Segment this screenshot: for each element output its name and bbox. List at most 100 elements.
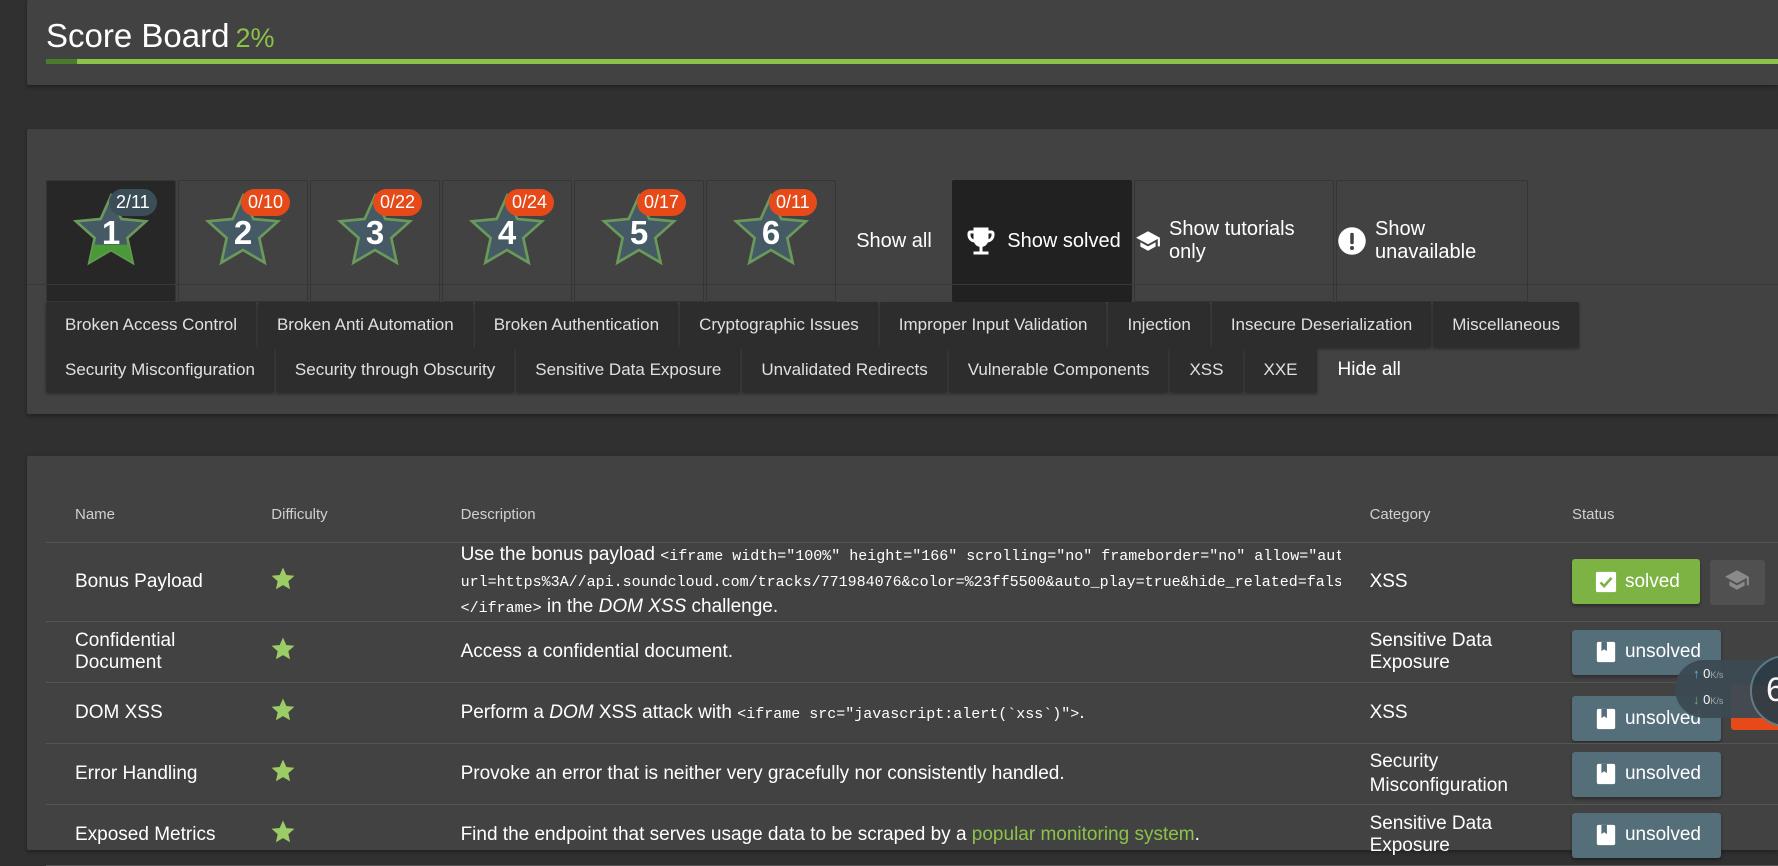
status-label: solved [1624, 570, 1680, 592]
status-label: unsolved [1624, 824, 1701, 845]
status-label: unsolved [1624, 763, 1701, 784]
category-chip-insecure-deserialization[interactable]: Insecure Deserialization [1211, 302, 1432, 347]
column-header-name[interactable]: Name [46, 486, 243, 543]
progress-bar [46, 59, 1778, 64]
category-chip-sensitive-data-exposure[interactable]: Sensitive Data Exposure [516, 347, 741, 392]
column-header-status[interactable]: Status [1542, 486, 1778, 543]
progress-percent: 2% [235, 23, 275, 53]
trophy-icon [963, 223, 999, 259]
category-chip-broken-authentication[interactable]: Broken Authentication [474, 302, 679, 347]
progress-bar-fill [46, 59, 78, 64]
solved-count-badge: 0/10 [241, 189, 291, 216]
challenge-category: XSS [1340, 682, 1543, 744]
bookmark-icon [1595, 641, 1617, 663]
upload-unit: K/s [1710, 670, 1724, 680]
category-chip-broken-anti-automation[interactable]: Broken Anti Automation [257, 302, 473, 347]
upload-speed: ↑ 0K/s [1693, 666, 1723, 681]
status-label: unsolved [1624, 641, 1701, 662]
download-unit: K/s [1710, 696, 1724, 706]
category-chip-improper-input-validation[interactable]: Improper Input Validation [879, 302, 1107, 347]
difficulty-level-label: 3 [365, 214, 385, 251]
challenge-table: Name Difficulty Description Category Sta… [46, 486, 1778, 866]
challenge-category: Security Misconfiguration [1340, 743, 1543, 805]
challenge-description: Perform a DOM XSS attack with <iframe sr… [431, 682, 1341, 744]
table-row: Bonus Payload Use the bonus payload <ifr… [46, 542, 1778, 622]
description-code: url=https%3A//api.soundcloud.com/tracks/… [460, 574, 1341, 591]
category-chip-xss[interactable]: XSS [1170, 347, 1243, 392]
description-text: in the [541, 596, 599, 617]
challenge-status: unsolved [1542, 743, 1778, 805]
category-chip-row: Security Misconfiguration Security throug… [46, 347, 1706, 392]
status-button[interactable]: unsolved [1571, 812, 1721, 858]
challenge-table-card: Name Difficulty Description Category Sta… [27, 456, 1778, 866]
category-chip-security-misconfiguration[interactable]: Security Misconfiguration [46, 347, 274, 392]
difficulty-level-label: 2 [233, 214, 253, 251]
network-speed-widget[interactable]: ↑ 0K/s ↓ 0K/s 6 [1675, 655, 1778, 727]
challenge-name: Error Handling [46, 743, 243, 805]
status-button[interactable]: unsolved [1571, 751, 1721, 797]
exclamation-circle-icon [1337, 226, 1367, 256]
table-row: DOM XSS Perform a DOM XSS attack with <i… [46, 682, 1778, 744]
description-text: . [1194, 824, 1200, 845]
show-tutorials-label: Show tutorials only [1169, 218, 1295, 263]
difficulty-filter-row: 1 2/11 2 0/10 3 0/22 4 0/24 5 0/17 6 0/11 Show all … [46, 180, 1530, 304]
check-box-icon [1595, 571, 1617, 593]
table-row: Exposed Metrics Find the endpoint that s… [46, 804, 1778, 866]
arrow-up-icon: ↑ [1693, 666, 1700, 681]
challenge-name: Confidential Document [46, 621, 243, 683]
challenge-description: Use the bonus payload <iframe width="100… [431, 542, 1341, 622]
category-chip-security-through-obscurity[interactable]: Security through Obscurity [275, 347, 515, 392]
filter-divider [27, 284, 1778, 285]
monitoring-system-link[interactable]: popular monitoring system [972, 824, 1195, 845]
solved-count-badge: 0/24 [505, 189, 555, 216]
show-unavailable-label: Show unavailable [1375, 218, 1477, 263]
star-icon [271, 820, 295, 849]
category-chip-xxe[interactable]: XXE [1244, 347, 1317, 392]
column-header-category[interactable]: Category [1340, 486, 1543, 543]
status-button[interactable]: solved [1571, 559, 1700, 604]
category-filter: Broken Access Control Broken Anti Automat… [46, 302, 1706, 392]
solved-count-badge: 2/11 [109, 189, 157, 216]
description-emphasis: DOM XSS [598, 596, 687, 617]
description-text: . [1079, 702, 1085, 723]
challenge-category: Sensitive Data Exposure [1340, 621, 1543, 683]
category-chip-unvalidated-redirects[interactable]: Unvalidated Redirects [742, 347, 947, 392]
description-emphasis: DOM [549, 702, 594, 723]
challenge-status: solved [1542, 542, 1778, 622]
solved-count-badge: 0/17 [637, 189, 687, 216]
download-speed: ↓ 0K/s [1693, 692, 1723, 707]
star-icon [271, 759, 295, 788]
challenge-name: Bonus Payload [46, 542, 243, 622]
difficulty-stars [242, 542, 432, 622]
table-row: Error Handling Provoke an error that is … [46, 743, 1778, 805]
tutorial-button[interactable] [1709, 560, 1765, 605]
star-icon [271, 567, 295, 596]
difficulty-level-label: 4 [497, 214, 517, 251]
description-code: <iframe src="javascript:alert(`xss`)"> [737, 706, 1080, 723]
page-title-text: Score Board [46, 17, 230, 54]
description-text: Find the endpoint that serves usage data… [460, 824, 972, 845]
hide-all-button[interactable]: Hide all [1319, 347, 1420, 392]
difficulty-star-buttons: 1 2/11 2 0/10 3 0/22 4 0/24 5 0/17 6 0/11 [46, 180, 838, 304]
bookmark-icon [1595, 708, 1617, 730]
difficulty-stars [242, 682, 432, 744]
description-text: Use the bonus payload [460, 544, 661, 565]
description-text: XSS attack with [593, 702, 738, 723]
category-chip-miscellaneous[interactable]: Miscellaneous [1433, 302, 1579, 347]
page-title: Score Board 2% [46, 16, 274, 58]
description-text: challenge. [686, 596, 779, 617]
arrow-down-icon: ↓ [1693, 692, 1700, 707]
category-chip-broken-access-control[interactable]: Broken Access Control [46, 302, 256, 347]
category-chip-injection[interactable]: Injection [1108, 302, 1210, 347]
challenge-description: Access a confidential document. [431, 621, 1341, 683]
category-chip-vulnerable-components[interactable]: Vulnerable Components [948, 347, 1169, 392]
solved-count-badge: 0/11 [769, 189, 817, 216]
graduation-cap-icon [1724, 567, 1750, 599]
table-row: Confidential Document Access a confident… [46, 621, 1778, 683]
network-badge: 6 [1750, 655, 1778, 727]
column-header-difficulty[interactable]: Difficulty [242, 486, 432, 543]
score-board-header: Score Board 2% [27, 0, 1778, 85]
description-code: </iframe> [460, 600, 542, 617]
difficulty-level-label: 1 [101, 214, 121, 251]
category-chip-cryptographic-issues[interactable]: Cryptographic Issues [680, 302, 878, 347]
